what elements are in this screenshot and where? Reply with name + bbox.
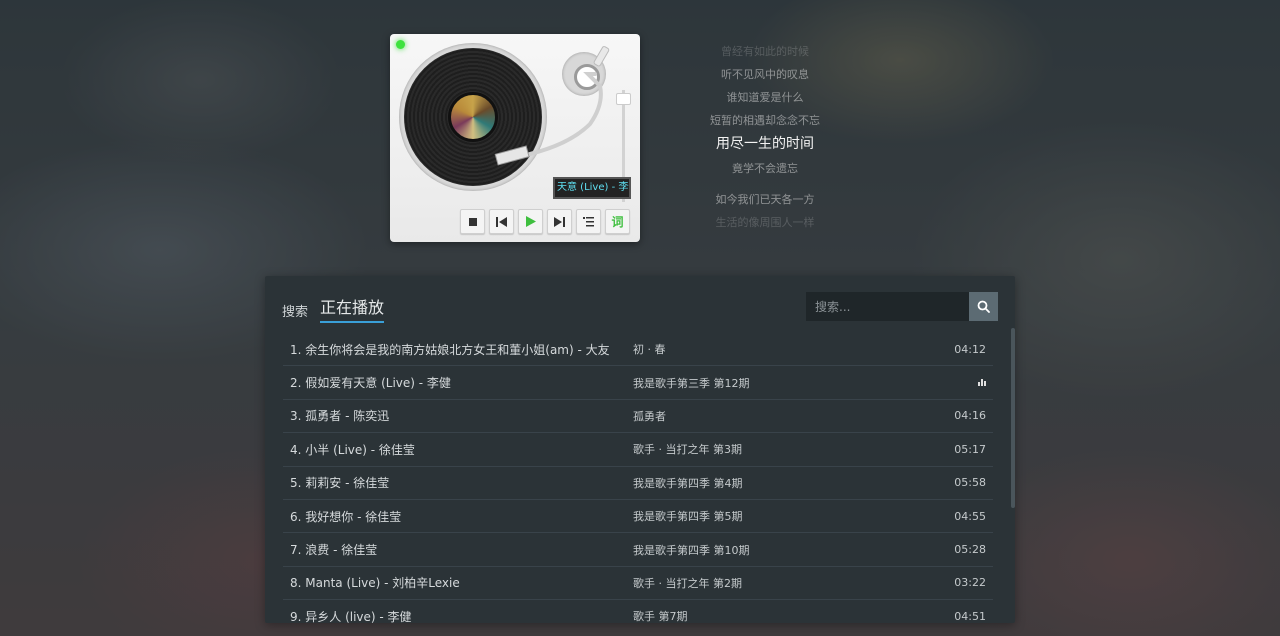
playing-bars-icon xyxy=(978,378,986,387)
stop-icon xyxy=(468,217,477,226)
song-row[interactable]: 7. 浪费 - 徐佳莹 我是歌手第四季 第10期 05:28 xyxy=(283,533,993,567)
song-album: 我是歌手第四季 第4期 xyxy=(633,476,743,490)
stop-button[interactable] xyxy=(460,209,485,234)
song-duration: 05:28 xyxy=(954,543,986,557)
now-playing-display: 天意 (Live) - 李健 xyxy=(553,177,631,199)
song-title: 2. 假如爱有天意 (Live) - 李健 xyxy=(290,376,451,391)
song-row[interactable]: 8. Manta (Live) - 刘柏辛Lexie 歌手 · 当打之年 第2期… xyxy=(283,567,993,601)
song-row[interactable]: 3. 孤勇者 - 陈奕迅 孤勇者 04:16 xyxy=(283,400,993,434)
play-button[interactable] xyxy=(518,209,543,234)
next-icon xyxy=(554,216,565,227)
previous-button[interactable] xyxy=(489,209,514,234)
song-list: 1. 余生你将会是我的南方姑娘北方女王和董小姐(am) - 大友 初 · 春 0… xyxy=(283,333,993,623)
song-title: 8. Manta (Live) - 刘柏辛Lexie xyxy=(290,576,460,591)
song-title: 3. 孤勇者 - 陈奕迅 xyxy=(290,409,390,424)
song-row[interactable]: 4. 小半 (Live) - 徐佳莹 歌手 · 当打之年 第3期 05:17 xyxy=(283,433,993,467)
song-row[interactable]: 5. 莉莉安 - 徐佳莹 我是歌手第四季 第4期 05:58 xyxy=(283,467,993,500)
song-duration: 04:51 xyxy=(954,609,986,623)
play-icon xyxy=(525,216,536,227)
song-title: 6. 我好想你 - 徐佳莹 xyxy=(290,509,402,524)
song-title: 1. 余生你将会是我的南方姑娘北方女王和董小姐(am) - 大友 xyxy=(290,342,610,357)
song-duration: 04:55 xyxy=(954,509,986,523)
song-row-playing[interactable]: 2. 假如爱有天意 (Live) - 李健 我是歌手第三季 第12期 xyxy=(283,366,993,400)
turntable-player: 天意 (Live) - 李健 词 xyxy=(390,34,640,242)
pitch-slider-knob[interactable] xyxy=(616,93,631,105)
song-album: 我是歌手第四季 第10期 xyxy=(633,543,750,557)
search-button[interactable] xyxy=(969,292,998,321)
list-icon xyxy=(583,216,594,226)
lyrics-toggle-button[interactable]: 词 xyxy=(605,209,630,234)
song-row[interactable]: 1. 余生你将会是我的南方姑娘北方女王和董小姐(am) - 大友 初 · 春 0… xyxy=(283,333,993,367)
song-duration: 05:17 xyxy=(954,442,986,456)
lyric-line: 生活的像周围人一样 xyxy=(715,216,815,229)
playlist-button[interactable] xyxy=(576,209,601,234)
song-album: 歌手 · 当打之年 第2期 xyxy=(633,576,742,590)
lyric-line: 短暂的相遇却念念不忘 xyxy=(710,114,820,127)
search-box xyxy=(806,292,998,321)
search-icon xyxy=(977,300,990,313)
song-duration: 04:12 xyxy=(954,342,986,356)
song-title: 5. 莉莉安 - 徐佳莹 xyxy=(290,476,390,491)
playlist-panel: 搜索 正在播放 1. 余生你将会是我的南方姑娘北方女王和董小姐(am) - 大友… xyxy=(265,276,1015,623)
prev-icon xyxy=(496,216,507,227)
lyric-line: 听不见风中的叹息 xyxy=(721,68,809,81)
song-album: 我是歌手第四季 第5期 xyxy=(633,510,743,524)
list-scrollbar[interactable] xyxy=(1011,328,1015,508)
song-duration: 05:58 xyxy=(954,476,986,490)
panel-tabs: 搜索 正在播放 xyxy=(282,294,385,323)
next-button[interactable] xyxy=(547,209,572,234)
song-duration xyxy=(933,376,986,389)
search-input[interactable] xyxy=(806,292,969,321)
song-title: 9. 异乡人 (live) - 李健 xyxy=(290,609,412,623)
song-album: 初 · 春 xyxy=(633,343,666,357)
song-row[interactable]: 9. 异乡人 (live) - 李健 歌手 第7期 04:51 xyxy=(283,600,993,623)
song-duration: 04:16 xyxy=(954,409,986,423)
lyric-line: 竟学不会遗忘 xyxy=(732,162,798,175)
song-album: 歌手 第7期 xyxy=(633,610,688,623)
lyric-line: 如今我们已天各一方 xyxy=(715,193,815,206)
lyric-line-current: 用尽一生的时间 xyxy=(716,136,814,152)
song-row[interactable]: 6. 我好想你 - 徐佳莹 我是歌手第四季 第5期 04:55 xyxy=(283,500,993,534)
song-album: 我是歌手第三季 第12期 xyxy=(633,376,750,390)
lyrics-panel: 曾经有如此的时候 听不见风中的叹息 谁知道爱是什么 短暂的相遇却念念不忘 用尽一… xyxy=(665,40,865,234)
tab-search[interactable]: 搜索 xyxy=(282,301,308,323)
lyric-line: 谁知道爱是什么 xyxy=(726,91,804,104)
song-album: 歌手 · 当打之年 第3期 xyxy=(633,443,742,457)
song-title: 7. 浪费 - 徐佳莹 xyxy=(290,543,378,558)
song-duration: 03:22 xyxy=(954,576,986,590)
lyric-line: 曾经有如此的时候 xyxy=(721,45,809,58)
song-album: 孤勇者 xyxy=(633,409,666,423)
song-title: 4. 小半 (Live) - 徐佳莹 xyxy=(290,442,415,457)
tab-now-playing[interactable]: 正在播放 xyxy=(320,294,385,323)
player-controls: 词 xyxy=(460,209,630,234)
